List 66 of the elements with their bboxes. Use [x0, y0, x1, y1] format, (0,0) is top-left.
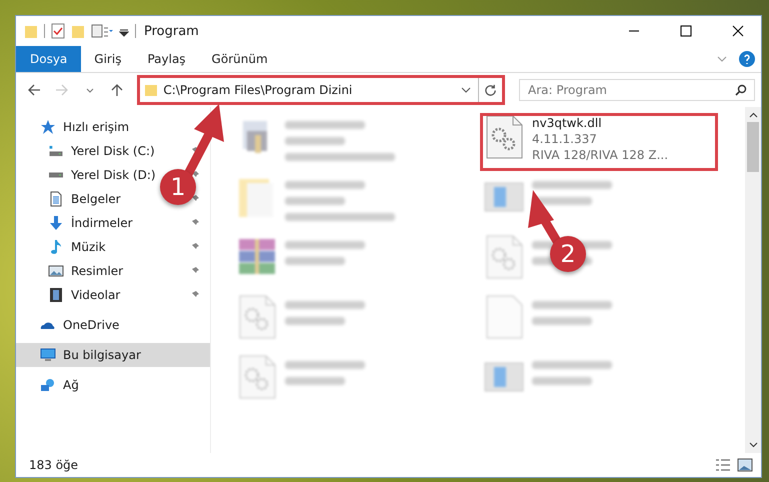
- blurred-text-bar: [285, 137, 345, 145]
- star-icon: [40, 119, 56, 135]
- network-icon: [40, 377, 56, 393]
- ribbon-tab[interactable]: Paylaş: [134, 46, 199, 72]
- details-view-icon[interactable]: [715, 458, 731, 472]
- film-icon: [48, 287, 64, 303]
- blurred-text-bar: [285, 197, 345, 205]
- sidebar-item[interactable]: Hızlı erişim: [63, 120, 130, 134]
- file-detail: 4.11.1.337: [532, 131, 598, 147]
- forward-arrow-icon: [54, 83, 69, 97]
- file-item[interactable]: nv3qtwk.dll 4.11.1.337 RIVA 128/RIVA 128 Z...: [480, 113, 718, 171]
- monitor-icon: [40, 347, 56, 363]
- gears-file-icon: [484, 235, 524, 279]
- selected-row-highlight[interactable]: Bu bilgisayar: [16, 343, 210, 367]
- maximize-icon: [680, 25, 692, 37]
- expand-ribbon-icon[interactable]: [717, 55, 727, 63]
- blurred-text-bar: [532, 377, 592, 385]
- scrollbar-thumb[interactable]: [747, 122, 759, 172]
- file-detail: RIVA 128/RIVA 128 Z...: [532, 147, 668, 163]
- checklist-icon[interactable]: [51, 23, 65, 39]
- drive-icon: [48, 145, 64, 157]
- up-arrow-icon: [110, 83, 124, 97]
- scrollbar[interactable]: [745, 107, 761, 453]
- search-icon: [735, 84, 747, 96]
- gears-file-icon: [237, 295, 277, 339]
- blurred-text-bar: [532, 317, 592, 325]
- scroll-down-icon[interactable]: [748, 440, 758, 449]
- address-field[interactable]: C:\Program Files\Program Dizini: [137, 75, 505, 105]
- blurred-text-bar: [285, 257, 345, 265]
- sidebar-item[interactable]: Videolar: [71, 288, 120, 302]
- music-note-icon: [48, 239, 64, 255]
- caret-icon[interactable]: [460, 86, 472, 94]
- window-title: Program: [144, 24, 200, 38]
- sidebar-item[interactable]: İndirmeler: [71, 216, 133, 230]
- item-count: 183 öğe: [29, 458, 78, 472]
- blurred-text-bar: [285, 377, 345, 385]
- sidebar-item[interactable]: Bu bilgisayar: [63, 348, 141, 362]
- sidebar-item[interactable]: Ağ: [63, 378, 79, 392]
- sidebar-item[interactable]: Yerel Disk (C:): [71, 144, 155, 158]
- search-field[interactable]: Ara: Program: [519, 79, 755, 101]
- sidebar-item[interactable]: Resimler: [71, 264, 124, 278]
- large-icons-view-icon[interactable]: [737, 458, 753, 472]
- file-name: nv3qtwk.dll: [532, 115, 603, 131]
- callout-number: 1: [160, 169, 196, 205]
- document-icon: [48, 191, 64, 207]
- folder-icon: [144, 83, 158, 97]
- callout-number: 2: [550, 236, 586, 272]
- ribbon-tab[interactable]: Görünüm: [198, 46, 281, 72]
- sidebar-item[interactable]: Yerel Disk (D:): [71, 168, 156, 182]
- sidebar-item[interactable]: OneDrive: [63, 318, 120, 332]
- download-arrow-icon: [48, 215, 64, 231]
- sidebar-item[interactable]: Belgeler: [71, 192, 121, 206]
- ribbon-tab[interactable]: Giriş: [81, 46, 134, 72]
- ribbon-tab[interactable]: Dosya: [16, 46, 82, 72]
- refresh-icon: [484, 84, 497, 96]
- picture-icon: [48, 263, 64, 279]
- back-arrow-icon: [26, 83, 41, 97]
- sidebar-item[interactable]: Müzik: [71, 240, 106, 254]
- scroll-up-icon[interactable]: [748, 111, 758, 120]
- close-icon: [732, 25, 744, 37]
- properties-icon[interactable]: [91, 23, 113, 39]
- gears-file-icon: [237, 355, 277, 399]
- drive-icon: [48, 172, 64, 178]
- gears-file-icon: [484, 115, 524, 159]
- blurred-text-bar: [285, 317, 345, 325]
- help-icon[interactable]: [739, 51, 755, 67]
